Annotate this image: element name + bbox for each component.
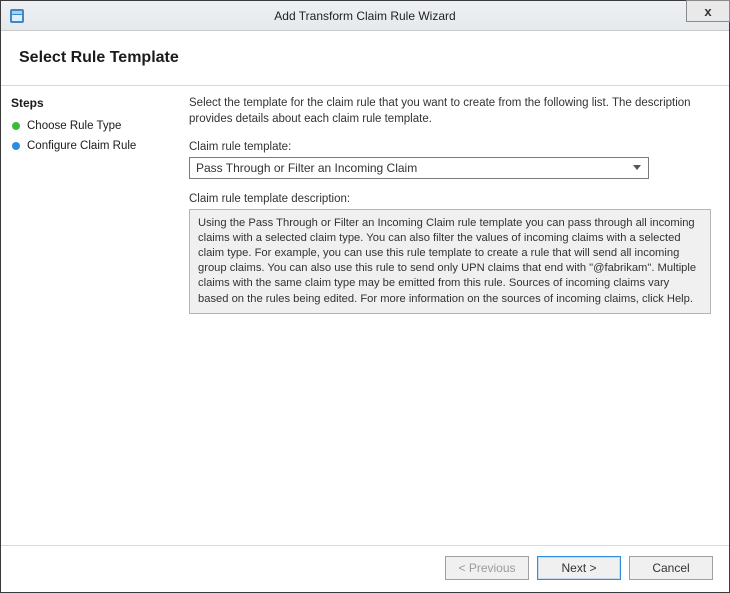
cancel-button[interactable]: Cancel (629, 556, 713, 580)
body: Steps Choose Rule Type Configure Claim R… (1, 86, 729, 545)
steps-heading: Steps (11, 96, 171, 110)
description-label: Claim rule template description: (189, 193, 711, 205)
template-description: Using the Pass Through or Filter an Inco… (189, 209, 711, 314)
previous-button[interactable]: < Previous (445, 556, 529, 580)
main-panel: Select the template for the claim rule t… (181, 86, 729, 545)
window-title: Add Transform Claim Rule Wizard (274, 9, 455, 23)
app-icon (9, 8, 25, 24)
bullet-done-icon (11, 121, 21, 131)
step-label: Configure Claim Rule (27, 140, 136, 152)
page-header: Select Rule Template (1, 31, 729, 85)
claim-rule-template-select[interactable]: Pass Through or Filter an Incoming Claim (189, 157, 649, 179)
step-label: Choose Rule Type (27, 120, 121, 132)
bullet-current-icon (11, 141, 21, 151)
intro-text: Select the template for the claim rule t… (189, 96, 711, 127)
combo-value: Pass Through or Filter an Incoming Claim (196, 161, 630, 175)
step-choose-rule-type[interactable]: Choose Rule Type (11, 118, 171, 134)
titlebar: Add Transform Claim Rule Wizard x (1, 1, 729, 31)
chevron-down-icon (630, 158, 644, 178)
page-title: Select Rule Template (19, 49, 711, 67)
steps-sidebar: Steps Choose Rule Type Configure Claim R… (1, 86, 181, 545)
footer: < Previous Next > Cancel (1, 545, 729, 592)
wizard-window: Add Transform Claim Rule Wizard x Select… (0, 0, 730, 593)
next-button[interactable]: Next > (537, 556, 621, 580)
template-label: Claim rule template: (189, 141, 711, 153)
step-configure-claim-rule[interactable]: Configure Claim Rule (11, 138, 171, 154)
close-button[interactable]: x (686, 0, 730, 22)
